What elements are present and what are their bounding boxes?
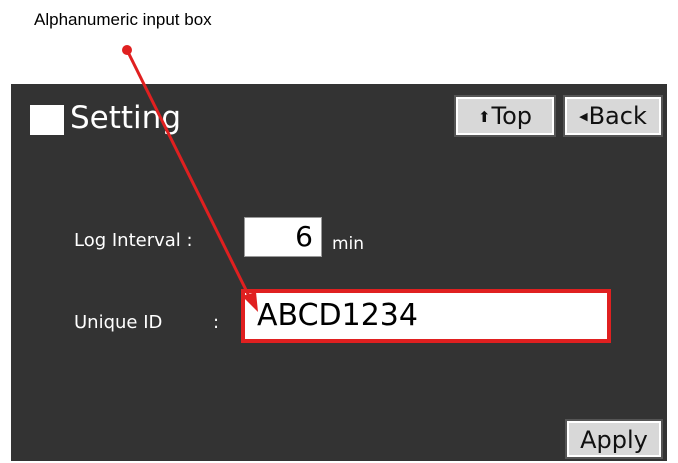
top-button-label: Top xyxy=(491,102,533,130)
callout-label: Alphanumeric input box xyxy=(34,10,212,29)
left-triangle-icon: ◀ xyxy=(579,110,588,123)
back-button-label: Back xyxy=(588,102,647,130)
log-interval-input[interactable]: 6 xyxy=(244,217,322,257)
top-button[interactable]: ⬆Top xyxy=(454,95,556,137)
callout-dot xyxy=(122,45,132,55)
device-screen: Setting ⬆Top ◀Back Log Interval : 6 min … xyxy=(11,84,667,461)
log-interval-unit: min xyxy=(332,234,365,254)
up-arrow-icon: ⬆ xyxy=(477,108,491,126)
title-square-icon xyxy=(30,105,64,135)
page-title: Setting xyxy=(70,100,181,136)
apply-button[interactable]: Apply xyxy=(565,419,663,459)
unique-id-input[interactable]: ABCD1234 xyxy=(241,289,611,343)
log-interval-label: Log Interval : xyxy=(74,230,193,251)
unique-id-colon: : xyxy=(213,312,220,333)
unique-id-label: Unique ID xyxy=(74,312,163,333)
back-button[interactable]: ◀Back xyxy=(563,95,663,137)
